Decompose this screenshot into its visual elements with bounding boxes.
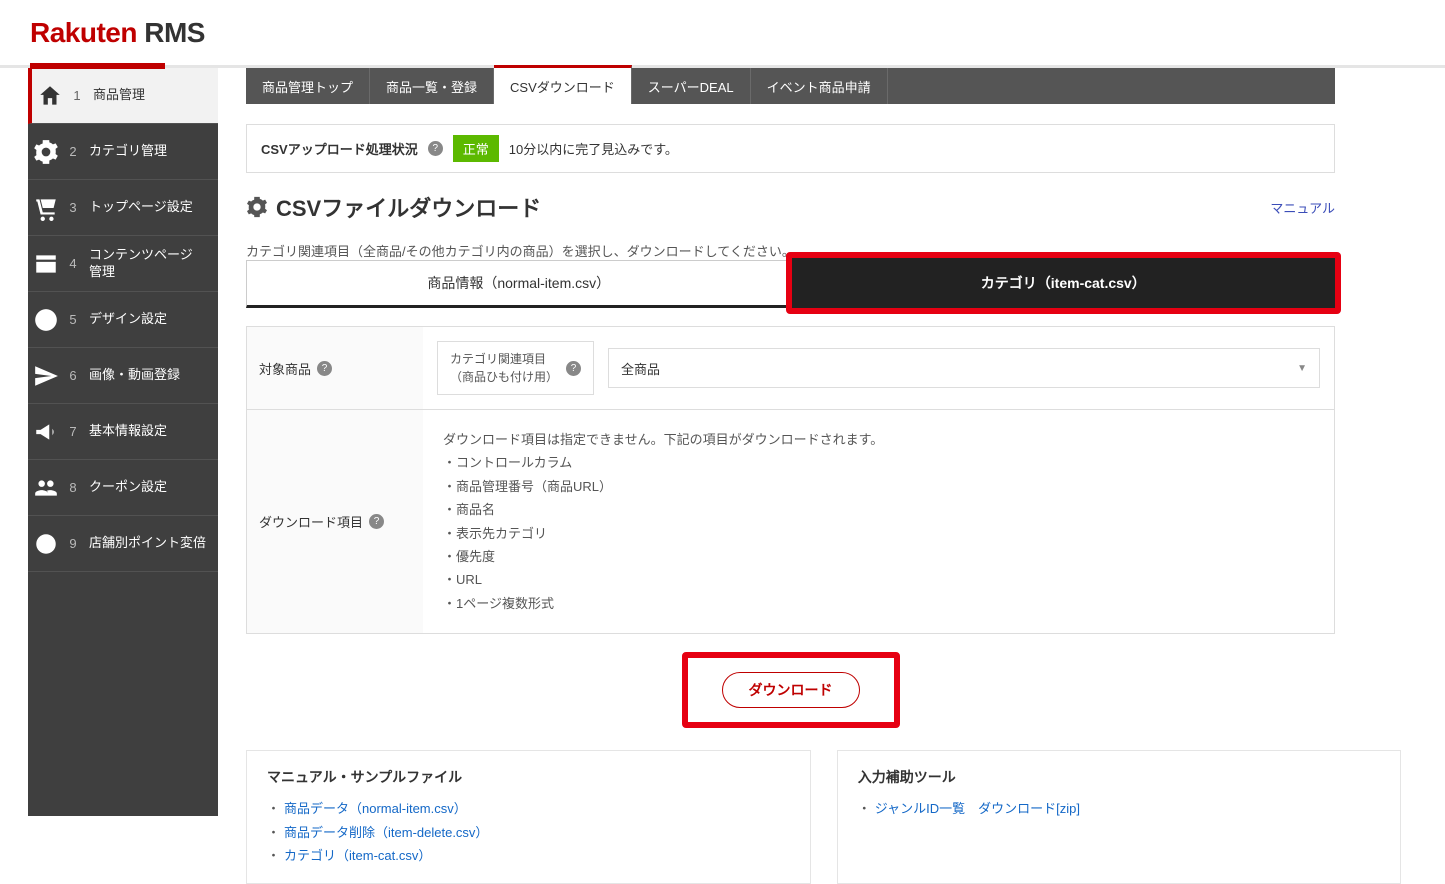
sidebar-label: 商品管理 [93,87,145,104]
link-item-delete-csv[interactable]: 商品データ削除（item-delete.csv） [284,825,488,840]
brand-part1: Rakuten [30,17,137,48]
sidebar-num: 1 [69,88,85,103]
sidebar: 1 商品管理 2 カテゴリ管理 3 トップページ設定 4 コンテンツページ 管理… [28,68,218,816]
brand-logo: Rakuten RMS [30,17,205,49]
card-input-tools: 入力補助ツール ・ジャンルID一覧 ダウンロード[zip] [837,750,1402,884]
sidebar-num: 4 [65,256,81,271]
download-button[interactable]: ダウンロード [722,672,860,708]
status-label: CSVアップロード処理状況 [261,139,418,158]
dl-intro: ダウンロード項目は指定できません。下記の項目がダウンロードされます。 [443,428,883,451]
sidebar-num: 7 [65,424,81,439]
gear-icon [246,196,268,218]
list-item: ・カテゴリ（item-cat.csv） [267,844,790,867]
panel-label-dl-text: ダウンロード項目 [259,512,363,531]
sidebar-num: 3 [65,200,81,215]
status-text: 10分以内に完了見込みです。 [509,139,678,158]
main-content: 商品管理トップ 商品一覧・登録 CSVダウンロード スーパーDEAL イベント商… [218,68,1445,816]
link-normal-item-csv[interactable]: 商品データ（normal-item.csv） [284,801,467,816]
sidebar-item-coupon[interactable]: 8 クーポン設定 [28,460,218,516]
users-icon [33,475,59,501]
header: Rakuten RMS [0,0,1445,68]
settings-panel: 対象商品 ? カテゴリ関連項目 （商品ひも付け用） ? 全商品 ▼ [246,326,1335,634]
select-value: 全商品 [621,359,660,378]
help-icon[interactable]: ? [317,361,332,376]
sidebar-num: 8 [65,480,81,495]
category-relation-subbox: カテゴリ関連項目 （商品ひも付け用） ? [437,341,594,395]
help-icon[interactable]: ? [369,514,384,529]
sidebar-item-contents[interactable]: 4 コンテンツページ 管理 [28,236,218,292]
sidebar-label: 基本情報設定 [89,423,167,440]
sidebar-label: トップページ設定 [89,199,193,216]
tab-super-deal[interactable]: スーパーDEAL [632,68,751,104]
cart-icon [33,195,59,221]
list-item: ・商品データ削除（item-delete.csv） [267,821,790,844]
sidebar-num: 6 [65,368,81,383]
highlight-category-tab: カテゴリ（item-cat.csv） [786,252,1342,314]
page-title: CSVファイルダウンロード [246,191,541,223]
target-product-select[interactable]: 全商品 ▼ [608,348,1320,388]
sidebar-label: クーポン設定 [89,479,167,496]
sidebar-num: 5 [65,312,81,327]
dl-item: ・商品名 [443,498,883,521]
card-manual-samples: マニュアル・サンプルファイル ・商品データ（normal-item.csv） ・… [246,750,811,884]
panel-label-target: 対象商品 ? [247,327,423,409]
page-title-text: CSVファイルダウンロード [276,191,541,223]
sidebar-label: 店舗別ポイント変倍 [89,535,206,552]
tab-csv-download[interactable]: CSVダウンロード [494,65,632,104]
pie-icon [33,307,59,333]
sidebar-item-category-mgmt[interactable]: 2 カテゴリ管理 [28,124,218,180]
sidebar-item-toppage[interactable]: 3 トップページ設定 [28,180,218,236]
sidebar-label: 画像・動画登録 [89,367,180,384]
download-items-list: ダウンロード項目は指定できません。下記の項目がダウンロードされます。 ・コントロ… [437,424,889,619]
sidebar-label: コンテンツページ 管理 [89,247,193,281]
panel-label-dlitems: ダウンロード項目 ? [247,410,423,633]
dl-item: ・コントロールカラム [443,451,883,474]
tab-event-apply[interactable]: イベント商品申請 [751,68,888,104]
card-title: 入力補助ツール [858,767,1381,787]
dl-item: ・URL [443,568,883,591]
file-tab-normal-item[interactable]: 商品情報（normal-item.csv） [246,260,792,308]
brand-underline [30,63,165,69]
tab-product-list[interactable]: 商品一覧・登録 [370,68,494,104]
subbox-text: カテゴリ関連項目 （商品ひも付け用） [450,350,558,386]
home-icon [37,83,63,109]
tab-product-top[interactable]: 商品管理トップ [246,68,370,104]
panel-label-target-text: 対象商品 [259,359,311,378]
dl-item: ・優先度 [443,545,883,568]
sidebar-label: デザイン設定 [89,311,167,328]
help-icon[interactable]: ? [566,361,581,376]
sidebar-item-product-mgmt[interactable]: 1 商品管理 [28,68,218,124]
sidebar-item-design[interactable]: 5 デザイン設定 [28,292,218,348]
status-bar: CSVアップロード処理状況 ? 正常 10分以内に完了見込みです。 [246,124,1335,173]
file-tabs: 商品情報（normal-item.csv） カテゴリ（item-cat.csv） [246,260,1335,308]
link-item-cat-csv[interactable]: カテゴリ（item-cat.csv） [284,848,431,863]
link-genre-id-zip[interactable]: ジャンルID一覧 ダウンロード[zip] [875,801,1080,816]
dl-item: ・商品管理番号（商品URL） [443,475,883,498]
card-title: マニュアル・サンプルファイル [267,767,790,787]
list-item: ・商品データ（normal-item.csv） [267,797,790,820]
megaphone-icon [33,419,59,445]
sidebar-item-points[interactable]: 9 店舗別ポイント変倍 [28,516,218,572]
highlight-download-button: ダウンロード [682,652,900,728]
sidebar-item-basic[interactable]: 7 基本情報設定 [28,404,218,460]
send-icon [33,363,59,389]
sidebar-num: 9 [65,536,81,551]
window-icon [33,251,59,277]
dl-item: ・1ページ複数形式 [443,592,883,615]
file-tab-item-cat[interactable]: カテゴリ（item-cat.csv） [792,258,1336,308]
manual-link[interactable]: マニュアル [1270,198,1335,217]
tab-bar: 商品管理トップ 商品一覧・登録 CSVダウンロード スーパーDEAL イベント商… [246,68,1335,104]
sidebar-num: 2 [65,144,81,159]
help-icon[interactable]: ? [428,141,443,156]
sidebar-item-image[interactable]: 6 画像・動画登録 [28,348,218,404]
coin-icon [33,531,59,557]
dl-item: ・表示先カテゴリ [443,522,883,545]
chevron-down-icon: ▼ [1297,363,1307,374]
status-badge: 正常 [453,135,499,162]
gear-icon [33,139,59,165]
brand-part2: RMS [137,17,205,48]
sidebar-label: カテゴリ管理 [89,143,167,160]
list-item: ・ジャンルID一覧 ダウンロード[zip] [858,797,1381,820]
